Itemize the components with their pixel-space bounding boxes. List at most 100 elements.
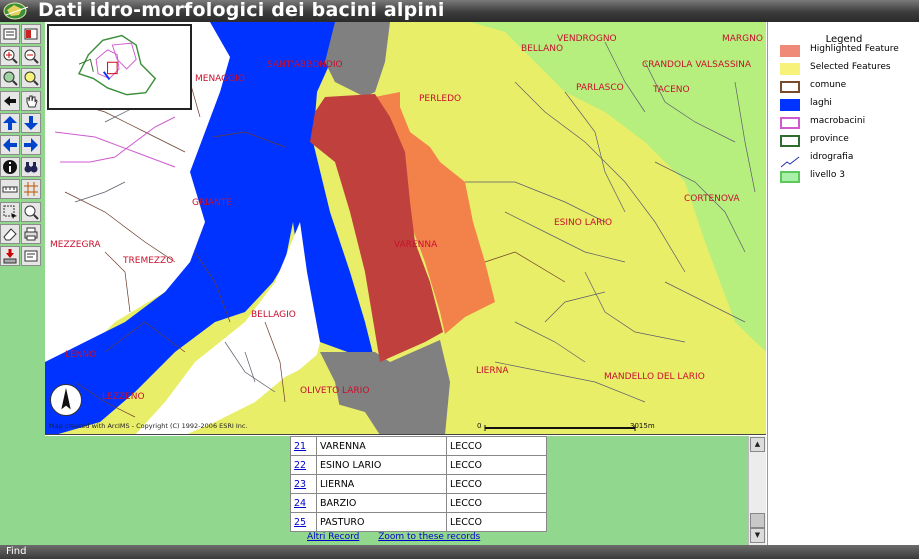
zoom-full-icon <box>3 71 18 87</box>
overview-map[interactable] <box>47 24 192 110</box>
legend-label: Selected Features <box>810 62 891 72</box>
provincia-cell: LECCO <box>446 455 547 475</box>
legend-swatch <box>780 171 800 183</box>
record-number-cell: 23 <box>290 474 317 494</box>
legend-label: laghi <box>810 98 832 108</box>
provincia-cell: LECCO <box>446 512 547 532</box>
comune-cell: BARZIO <box>316 493 447 513</box>
select-tool[interactable] <box>21 201 41 222</box>
hand-icon <box>26 95 38 108</box>
pan-south-tool[interactable] <box>21 112 41 133</box>
arrow-left-icon <box>3 138 17 152</box>
overview-canvas <box>77 34 157 96</box>
zoom-records-link[interactable]: Zoom to these records <box>378 532 480 542</box>
record-number-cell: 24 <box>290 493 317 513</box>
place-label: CORTENOVA <box>684 194 740 204</box>
scroll-up-icon[interactable]: ▲ <box>750 437 765 452</box>
toggle-legend-tool[interactable] <box>0 24 20 44</box>
toggle-layers-tool[interactable] <box>21 24 41 44</box>
back-icon <box>4 95 16 106</box>
legend-item: comune <box>780 80 919 94</box>
extract-tool[interactable] <box>21 246 41 266</box>
zoom-in-icon <box>3 49 18 64</box>
legend-label: macrobacini <box>810 116 866 126</box>
status-text: Find <box>6 546 27 557</box>
legend-item: laghi <box>780 98 919 112</box>
print-tool[interactable] <box>21 223 41 244</box>
zoom-full-tool[interactable] <box>0 68 20 89</box>
arrow-right-icon <box>24 138 38 152</box>
pan-east-tool[interactable] <box>21 135 41 155</box>
legend-item: idrografia <box>780 152 919 168</box>
pan-north-tool[interactable] <box>0 112 20 133</box>
place-label: LIERNA <box>476 366 509 376</box>
place-label: MARGNO <box>722 34 763 44</box>
place-label: ESINO LARIO <box>554 218 613 228</box>
north-arrow-icon <box>50 384 82 416</box>
provincia-cell: LECCO <box>446 436 547 456</box>
zoom-out-tool[interactable] <box>21 46 41 67</box>
legend-label: livello 3 <box>810 170 845 180</box>
provincia-cell: LECCO <box>446 474 547 494</box>
table-row: 24 BARZIO LECCO <box>290 493 547 513</box>
grid-tool[interactable] <box>21 179 41 200</box>
zoom-in-tool[interactable] <box>0 46 20 67</box>
comune-cell: ESINO LARIO <box>316 455 447 475</box>
place-label: BELLANO <box>521 44 564 54</box>
results-scrollbar[interactable]: ▲ ▼ <box>748 436 766 545</box>
scale-end-label: 3015m <box>630 422 655 430</box>
download-icon <box>3 249 17 264</box>
place-label: OLIVETO LARIO <box>300 386 370 396</box>
place-label: GRIANTE <box>192 198 232 208</box>
scroll-thumb[interactable] <box>750 513 765 528</box>
legend-item: Highlighted Feature <box>780 44 919 58</box>
provincia-cell: LECCO <box>446 493 547 513</box>
results-links: Altri Record Zoom to these records <box>307 532 496 542</box>
record-link[interactable]: 24 <box>294 498 306 509</box>
select-rect-icon <box>3 205 17 219</box>
map-toolbar <box>0 22 45 545</box>
copyright-text: Map created with ArcIMS - Copyright (C) … <box>49 422 248 430</box>
place-label: VENDROGNO <box>557 34 617 44</box>
more-records-link[interactable]: Altri Record <box>307 532 359 542</box>
legend-icon <box>3 28 17 40</box>
grid-icon <box>24 182 38 197</box>
legend-swatch <box>780 99 800 111</box>
place-label: MENAGGIO <box>195 74 245 84</box>
title-bar: Dati idro-morfologici dei bacini alpini <box>0 0 919 22</box>
pan-tool[interactable] <box>21 90 41 111</box>
comune-cell: PASTURO <box>316 512 447 532</box>
record-link[interactable]: 25 <box>294 517 306 528</box>
arrow-up-icon <box>3 115 17 130</box>
measure-tool[interactable] <box>0 179 20 200</box>
zoom-active-tool[interactable] <box>21 68 41 89</box>
legend-item: province <box>780 134 919 148</box>
table-row: 22 ESINO LARIO LECCO <box>290 455 547 475</box>
legend-item: livello 3 <box>780 170 919 184</box>
place-label: TREMEZZO <box>123 256 174 266</box>
legend-panel: Legend Highlighted Feature Selected Featu… <box>767 22 919 545</box>
download-tool[interactable] <box>0 246 20 266</box>
clear-tool[interactable] <box>0 223 20 244</box>
legend-item: Selected Features <box>780 62 919 76</box>
record-link[interactable]: 21 <box>294 441 306 452</box>
pan-west-tool[interactable] <box>0 135 20 155</box>
app-title: Dati idro-morfologici dei bacini alpini <box>38 0 445 21</box>
record-link[interactable]: 22 <box>294 460 306 471</box>
results-table: 21 VARENNA LECCO 22 ESINO LARIO LECCO 23 LIERNA… <box>290 436 547 532</box>
arrow-down-icon <box>24 115 38 130</box>
legend-swatch <box>780 117 800 129</box>
scroll-down-icon[interactable]: ▼ <box>750 528 765 543</box>
map-view[interactable]: SANT'ABBONDIO MENAGGIO BELLANO VENDROGNO… <box>45 22 766 435</box>
status-bar: Find <box>0 545 919 559</box>
zoom-active-icon <box>24 71 39 87</box>
place-label: VARENNA <box>394 240 438 250</box>
identify-tool[interactable] <box>0 157 20 178</box>
select-rect-tool[interactable] <box>0 201 20 222</box>
place-label: SANT'ABBONDIO <box>267 60 343 70</box>
back-tool[interactable] <box>0 90 20 111</box>
find-tool[interactable] <box>21 157 41 178</box>
legend-swatch <box>780 81 800 93</box>
place-label: PERLEDO <box>419 94 462 104</box>
record-link[interactable]: 23 <box>294 479 306 490</box>
